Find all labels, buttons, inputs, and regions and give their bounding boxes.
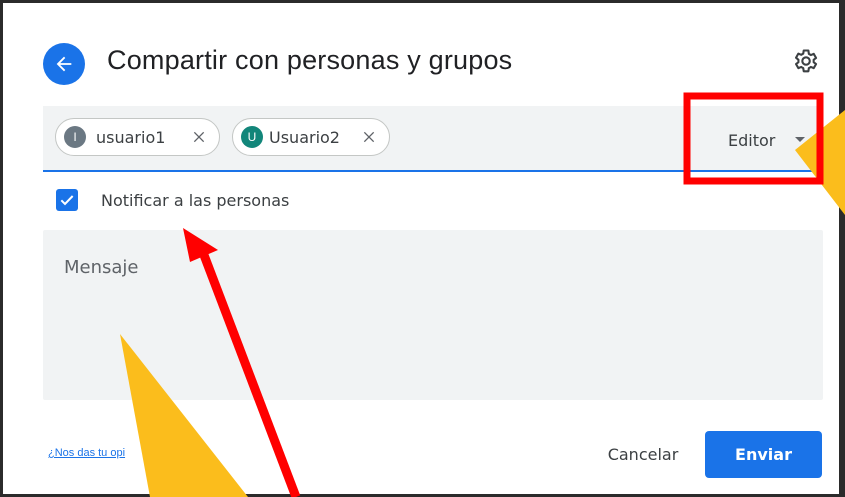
checkmark-icon — [60, 195, 74, 206]
send-button[interactable]: Enviar — [705, 431, 822, 478]
cancel-button[interactable]: Cancelar — [593, 431, 693, 477]
back-button[interactable] — [43, 43, 85, 85]
share-dialog: Compartir con personas y grupos I usuari… — [0, 0, 845, 497]
arrow-left-icon — [56, 56, 72, 72]
feedback-link[interactable]: ¿Nos das tu opi — [48, 447, 125, 459]
close-icon[interactable] — [361, 129, 377, 145]
dialog-title: Compartir con personas y grupos — [107, 45, 513, 75]
dialog-header: Compartir con personas y grupos — [43, 41, 833, 91]
recipient-chip[interactable]: I usuario1 — [55, 118, 220, 156]
recipient-chip-label: usuario1 — [96, 127, 166, 147]
notify-option[interactable]: Notificar a las personas — [56, 187, 289, 213]
gear-icon — [794, 49, 818, 73]
settings-button[interactable] — [791, 47, 819, 75]
caret-down-icon[interactable] — [795, 137, 805, 142]
recipient-chip-label: Usuario2 — [269, 127, 340, 147]
message-textarea[interactable]: Mensaje — [43, 230, 823, 400]
avatar: I — [64, 126, 86, 148]
avatar: U — [241, 126, 263, 148]
notify-checkbox[interactable] — [56, 189, 78, 211]
close-icon[interactable] — [191, 129, 207, 145]
notify-label: Notificar a las personas — [101, 190, 290, 210]
recipient-chip[interactable]: U Usuario2 — [232, 118, 390, 156]
message-placeholder: Mensaje — [64, 257, 139, 278]
recipients-field[interactable]: I usuario1 U Usuario2 Editor — [43, 106, 823, 172]
role-dropdown[interactable]: Editor — [728, 131, 775, 150]
